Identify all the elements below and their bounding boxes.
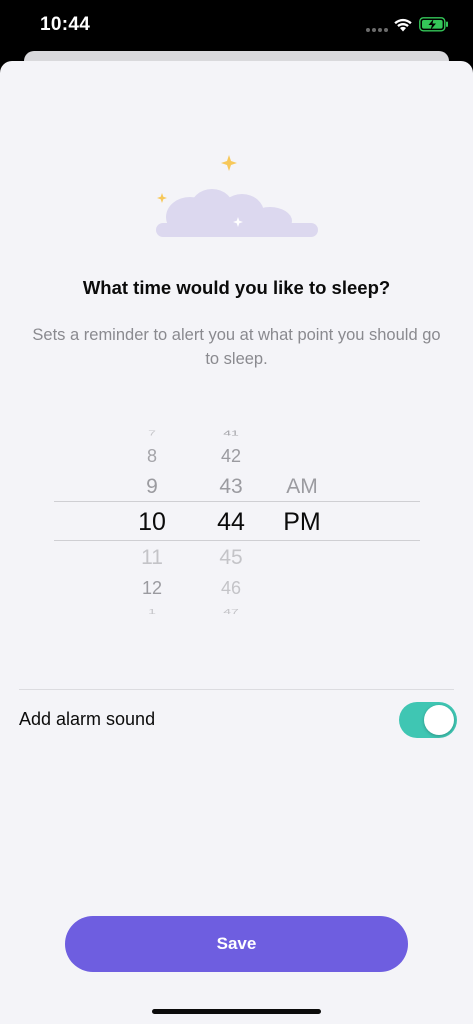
signal-dots-icon: [366, 28, 388, 32]
home-indicator: [152, 1009, 321, 1014]
divider: [19, 689, 454, 690]
minute-option[interactable]: 46: [201, 579, 261, 597]
minute-wheel[interactable]: 41 42 43 44 45 46 47: [201, 416, 261, 626]
hour-option[interactable]: 7: [122, 429, 182, 437]
minute-option[interactable]: 47: [201, 607, 261, 615]
toggle-knob: [424, 705, 454, 735]
minute-selected[interactable]: 44: [201, 510, 261, 535]
period-option[interactable]: AM: [272, 476, 332, 497]
period-wheel[interactable]: AM PM: [272, 416, 332, 626]
period-selected[interactable]: PM: [272, 510, 332, 535]
hour-option[interactable]: 12: [122, 579, 182, 597]
cloud-icon: [156, 189, 318, 237]
moon-icon: [253, 153, 299, 205]
hour-option[interactable]: 9: [122, 476, 182, 497]
status-time: 10:44: [40, 14, 91, 35]
minute-option[interactable]: 41: [201, 429, 261, 437]
page-subtitle: Sets a reminder to alert you at what poi…: [32, 326, 441, 368]
moon-cloud-illustration: [156, 153, 318, 237]
time-picker[interactable]: 7 8 9 10 11 12 1 41 42 43 44 45 46 47 AM…: [0, 416, 473, 626]
sleep-time-sheet: What time would you like to sleep? Sets …: [0, 61, 473, 1024]
battery-charging-icon: [419, 17, 448, 32]
hour-option[interactable]: 11: [122, 547, 182, 568]
alarm-sound-label: Add alarm sound: [19, 709, 156, 729]
save-button[interactable]: Save: [65, 916, 408, 972]
hour-option[interactable]: 8: [122, 447, 182, 465]
page-title: What time would you like to sleep?: [82, 277, 391, 298]
status-bar: 10:44: [0, 0, 473, 50]
star-icon: [157, 193, 167, 203]
star-icon: [221, 155, 237, 171]
minute-option[interactable]: 45: [201, 547, 261, 568]
minute-option[interactable]: 42: [201, 447, 261, 465]
alarm-sound-toggle[interactable]: [399, 702, 457, 738]
hour-option[interactable]: 1: [122, 607, 182, 615]
minute-option[interactable]: 43: [201, 476, 261, 497]
hour-wheel[interactable]: 7 8 9 10 11 12 1: [122, 416, 182, 626]
screen: 10:44 What time would you like to sleep?…: [0, 0, 473, 1024]
wifi-icon: [394, 18, 412, 32]
hour-selected[interactable]: 10: [122, 510, 182, 535]
